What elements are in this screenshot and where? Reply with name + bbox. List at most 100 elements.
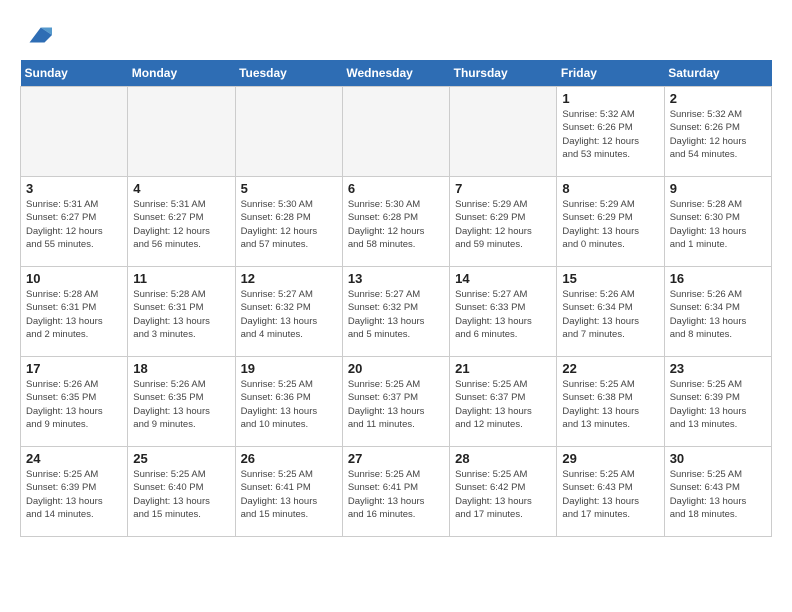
week-row-5: 24 Sunrise: 5:25 AM Sunset: 6:39 PM Dayli…	[21, 447, 772, 537]
day-info: Sunrise: 5:25 AM Sunset: 6:41 PM Dayligh…	[241, 468, 337, 521]
week-row-4: 17 Sunrise: 5:26 AM Sunset: 6:35 PM Dayli…	[21, 357, 772, 447]
day-number: 7	[455, 181, 551, 196]
week-row-1: 1 Sunrise: 5:32 AM Sunset: 6:26 PM Daylig…	[21, 87, 772, 177]
day-number: 15	[562, 271, 658, 286]
day-info: Sunrise: 5:30 AM Sunset: 6:28 PM Dayligh…	[348, 198, 444, 251]
day-info: Sunrise: 5:25 AM Sunset: 6:39 PM Dayligh…	[26, 468, 122, 521]
day-number: 8	[562, 181, 658, 196]
day-info: Sunrise: 5:28 AM Sunset: 6:31 PM Dayligh…	[133, 288, 229, 341]
day-info: Sunrise: 5:26 AM Sunset: 6:34 PM Dayligh…	[562, 288, 658, 341]
day-info: Sunrise: 5:25 AM Sunset: 6:41 PM Dayligh…	[348, 468, 444, 521]
header-row: SundayMondayTuesdayWednesdayThursdayFrid…	[21, 60, 772, 87]
day-number: 14	[455, 271, 551, 286]
day-number: 9	[670, 181, 766, 196]
day-number: 6	[348, 181, 444, 196]
col-header-saturday: Saturday	[664, 60, 771, 87]
day-cell: 21 Sunrise: 5:25 AM Sunset: 6:37 PM Dayli…	[450, 357, 557, 447]
day-cell	[235, 87, 342, 177]
day-number: 13	[348, 271, 444, 286]
day-number: 23	[670, 361, 766, 376]
day-number: 12	[241, 271, 337, 286]
day-number: 2	[670, 91, 766, 106]
day-info: Sunrise: 5:25 AM Sunset: 6:37 PM Dayligh…	[348, 378, 444, 431]
day-info: Sunrise: 5:29 AM Sunset: 6:29 PM Dayligh…	[562, 198, 658, 251]
day-info: Sunrise: 5:25 AM Sunset: 6:40 PM Dayligh…	[133, 468, 229, 521]
day-cell: 14Sunrise: 5:27 AM Sunset: 6:33 PM Dayli…	[450, 267, 557, 357]
logo-icon	[22, 20, 52, 50]
day-number: 21	[455, 361, 551, 376]
day-number: 30	[670, 451, 766, 466]
day-cell: 16Sunrise: 5:26 AM Sunset: 6:34 PM Dayli…	[664, 267, 771, 357]
day-info: Sunrise: 5:27 AM Sunset: 6:32 PM Dayligh…	[348, 288, 444, 341]
day-info: Sunrise: 5:25 AM Sunset: 6:39 PM Dayligh…	[670, 378, 766, 431]
day-cell: 25 Sunrise: 5:25 AM Sunset: 6:40 PM Dayli…	[128, 447, 235, 537]
day-info: Sunrise: 5:27 AM Sunset: 6:32 PM Dayligh…	[241, 288, 337, 341]
calendar-table: SundayMondayTuesdayWednesdayThursdayFrid…	[20, 60, 772, 537]
day-info: Sunrise: 5:25 AM Sunset: 6:37 PM Dayligh…	[455, 378, 551, 431]
day-cell: 10 Sunrise: 5:28 AM Sunset: 6:31 PM Dayli…	[21, 267, 128, 357]
day-info: Sunrise: 5:31 AM Sunset: 6:27 PM Dayligh…	[26, 198, 122, 251]
day-cell	[342, 87, 449, 177]
day-number: 24	[26, 451, 122, 466]
day-cell: 19 Sunrise: 5:25 AM Sunset: 6:36 PM Dayli…	[235, 357, 342, 447]
day-cell: 2 Sunrise: 5:32 AM Sunset: 6:26 PM Daylig…	[664, 87, 771, 177]
day-info: Sunrise: 5:28 AM Sunset: 6:31 PM Dayligh…	[26, 288, 122, 341]
day-cell: 26 Sunrise: 5:25 AM Sunset: 6:41 PM Dayli…	[235, 447, 342, 537]
day-cell: 1 Sunrise: 5:32 AM Sunset: 6:26 PM Daylig…	[557, 87, 664, 177]
day-cell: 7Sunrise: 5:29 AM Sunset: 6:29 PM Daylig…	[450, 177, 557, 267]
week-row-2: 3 Sunrise: 5:31 AM Sunset: 6:27 PM Daylig…	[21, 177, 772, 267]
day-number: 10	[26, 271, 122, 286]
day-cell: 11 Sunrise: 5:28 AM Sunset: 6:31 PM Dayli…	[128, 267, 235, 357]
day-cell	[128, 87, 235, 177]
day-cell: 28 Sunrise: 5:25 AM Sunset: 6:42 PM Dayli…	[450, 447, 557, 537]
page-header	[20, 20, 772, 50]
day-cell	[450, 87, 557, 177]
col-header-thursday: Thursday	[450, 60, 557, 87]
day-number: 25	[133, 451, 229, 466]
day-number: 1	[562, 91, 658, 106]
day-info: Sunrise: 5:25 AM Sunset: 6:38 PM Dayligh…	[562, 378, 658, 431]
day-info: Sunrise: 5:30 AM Sunset: 6:28 PM Dayligh…	[241, 198, 337, 251]
day-cell: 24 Sunrise: 5:25 AM Sunset: 6:39 PM Dayli…	[21, 447, 128, 537]
logo	[20, 20, 52, 50]
day-info: Sunrise: 5:26 AM Sunset: 6:35 PM Dayligh…	[26, 378, 122, 431]
col-header-monday: Monday	[128, 60, 235, 87]
day-info: Sunrise: 5:32 AM Sunset: 6:26 PM Dayligh…	[562, 108, 658, 161]
day-info: Sunrise: 5:26 AM Sunset: 6:34 PM Dayligh…	[670, 288, 766, 341]
day-info: Sunrise: 5:25 AM Sunset: 6:43 PM Dayligh…	[670, 468, 766, 521]
day-info: Sunrise: 5:26 AM Sunset: 6:35 PM Dayligh…	[133, 378, 229, 431]
day-cell: 3 Sunrise: 5:31 AM Sunset: 6:27 PM Daylig…	[21, 177, 128, 267]
week-row-3: 10 Sunrise: 5:28 AM Sunset: 6:31 PM Dayli…	[21, 267, 772, 357]
day-number: 28	[455, 451, 551, 466]
day-cell: 17 Sunrise: 5:26 AM Sunset: 6:35 PM Dayli…	[21, 357, 128, 447]
day-cell	[21, 87, 128, 177]
day-info: Sunrise: 5:31 AM Sunset: 6:27 PM Dayligh…	[133, 198, 229, 251]
day-number: 20	[348, 361, 444, 376]
day-number: 11	[133, 271, 229, 286]
day-info: Sunrise: 5:28 AM Sunset: 6:30 PM Dayligh…	[670, 198, 766, 251]
day-cell: 30 Sunrise: 5:25 AM Sunset: 6:43 PM Dayli…	[664, 447, 771, 537]
day-number: 27	[348, 451, 444, 466]
day-cell: 23 Sunrise: 5:25 AM Sunset: 6:39 PM Dayli…	[664, 357, 771, 447]
day-cell: 15 Sunrise: 5:26 AM Sunset: 6:34 PM Dayli…	[557, 267, 664, 357]
col-header-friday: Friday	[557, 60, 664, 87]
day-cell: 13 Sunrise: 5:27 AM Sunset: 6:32 PM Dayli…	[342, 267, 449, 357]
day-cell: 9 Sunrise: 5:28 AM Sunset: 6:30 PM Daylig…	[664, 177, 771, 267]
day-cell: 12 Sunrise: 5:27 AM Sunset: 6:32 PM Dayli…	[235, 267, 342, 357]
day-cell: 27 Sunrise: 5:25 AM Sunset: 6:41 PM Dayli…	[342, 447, 449, 537]
day-number: 22	[562, 361, 658, 376]
day-cell: 4 Sunrise: 5:31 AM Sunset: 6:27 PM Daylig…	[128, 177, 235, 267]
day-cell: 5Sunrise: 5:30 AM Sunset: 6:28 PM Daylig…	[235, 177, 342, 267]
day-cell: 22 Sunrise: 5:25 AM Sunset: 6:38 PM Dayli…	[557, 357, 664, 447]
day-number: 3	[26, 181, 122, 196]
day-info: Sunrise: 5:25 AM Sunset: 6:36 PM Dayligh…	[241, 378, 337, 431]
day-cell: 8 Sunrise: 5:29 AM Sunset: 6:29 PM Daylig…	[557, 177, 664, 267]
day-info: Sunrise: 5:25 AM Sunset: 6:42 PM Dayligh…	[455, 468, 551, 521]
day-number: 19	[241, 361, 337, 376]
day-cell: 20 Sunrise: 5:25 AM Sunset: 6:37 PM Dayli…	[342, 357, 449, 447]
day-cell: 18Sunrise: 5:26 AM Sunset: 6:35 PM Dayli…	[128, 357, 235, 447]
day-number: 4	[133, 181, 229, 196]
day-number: 26	[241, 451, 337, 466]
day-info: Sunrise: 5:32 AM Sunset: 6:26 PM Dayligh…	[670, 108, 766, 161]
day-number: 17	[26, 361, 122, 376]
